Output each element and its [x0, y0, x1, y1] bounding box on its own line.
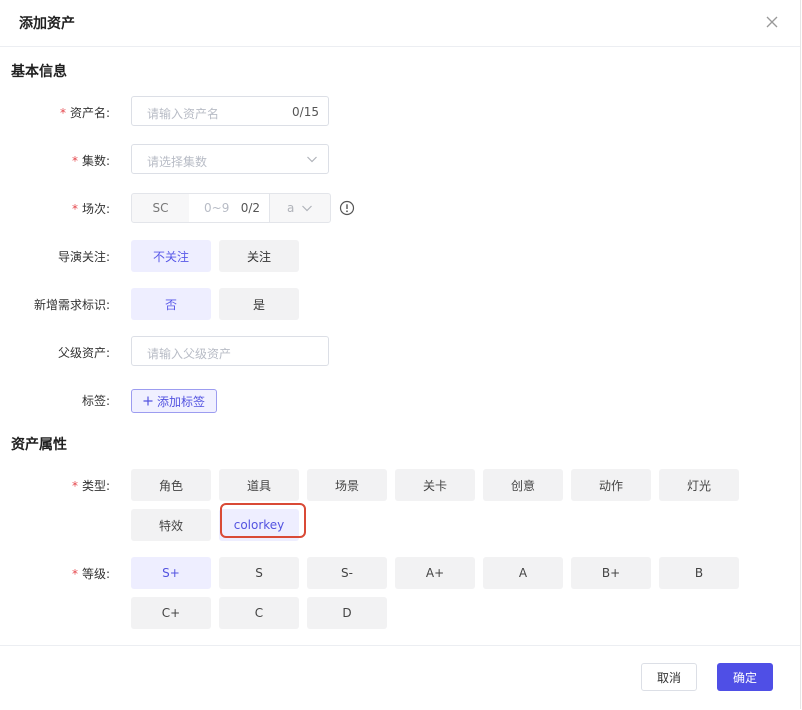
level-option-a[interactable]: A	[483, 557, 563, 589]
level-option-s-minus[interactable]: S-	[307, 557, 387, 589]
level-label: * 等级:	[72, 565, 110, 582]
level-option-d[interactable]: D	[307, 597, 387, 629]
type-option-colorkey[interactable]: colorkey	[219, 509, 299, 541]
required-mark: *	[71, 154, 78, 168]
required-mark: *	[71, 202, 78, 216]
asset-name-placeholder: 请输入资产名	[147, 107, 220, 121]
add-tag-label: 添加标签	[156, 394, 205, 409]
required-mark: *	[71, 479, 78, 493]
director-focus-option-yes[interactable]: 关注	[219, 240, 299, 272]
parent-asset-label: 父级资产:	[57, 346, 110, 360]
director-focus-option-no[interactable]: 不关注	[131, 240, 211, 272]
new-demand-option-no[interactable]: 否	[131, 288, 211, 320]
asset-name-label: * 资产名:	[60, 104, 110, 121]
scene-suffix-value: a	[287, 201, 295, 215]
type-option-creative[interactable]: 创意	[483, 469, 563, 501]
new-demand-label: 新增需求标识:	[33, 298, 110, 312]
scene-number-placeholder: 0~9	[204, 201, 230, 215]
level-label-text: 等级:	[81, 567, 110, 581]
asset-name-input[interactable]: 请输入资产名 0/15	[131, 96, 329, 126]
close-button[interactable]	[760, 10, 784, 34]
modal-title: 添加资产	[19, 16, 75, 32]
new-demand-option-yes[interactable]: 是	[219, 288, 299, 320]
basic-info-section-title: 基本信息	[11, 64, 67, 80]
type-option-level[interactable]: 关卡	[395, 469, 475, 501]
scene-number-input[interactable]: 0~9 0/2	[189, 194, 269, 222]
type-option-character[interactable]: 角色	[131, 469, 211, 501]
parent-asset-input[interactable]: 请输入父级资产	[131, 336, 329, 366]
level-option-b[interactable]: B	[659, 557, 739, 589]
chevron-down-icon	[307, 156, 317, 163]
add-asset-modal: 添加资产 基本信息 * 资产名: 请输入资产名 0/15 * 集数: 请选择集数 *…	[0, 0, 801, 709]
asset-attributes-section-title: 资产属性	[11, 437, 67, 453]
chevron-down-icon	[302, 205, 312, 212]
type-option-lighting[interactable]: 灯光	[659, 469, 739, 501]
scene-label-text: 场次:	[81, 202, 110, 216]
required-mark: *	[59, 106, 66, 120]
tags-label: 标签:	[81, 394, 110, 408]
modal-header: 添加资产	[0, 0, 800, 47]
add-tag-button[interactable]: 添加标签	[131, 389, 217, 413]
scene-suffix-select[interactable]: a	[269, 194, 331, 222]
close-icon	[766, 16, 778, 28]
type-option-scene[interactable]: 场景	[307, 469, 387, 501]
scene-number-count: 0/2	[240, 201, 260, 215]
level-option-c-plus[interactable]: C+	[131, 597, 211, 629]
episode-placeholder: 请选择集数	[147, 155, 208, 169]
type-option-effects[interactable]: 特效	[131, 509, 211, 541]
type-label-text: 类型:	[81, 479, 110, 493]
asset-name-label-text: 资产名:	[69, 106, 110, 120]
episode-select[interactable]: 请选择集数	[131, 144, 329, 174]
episode-label: * 集数:	[72, 152, 110, 169]
asset-name-char-count: 0/15	[292, 105, 319, 119]
type-option-prop[interactable]: 道具	[219, 469, 299, 501]
level-option-s[interactable]: S	[219, 557, 299, 589]
director-focus-label: 导演关注:	[57, 250, 110, 264]
scene-input-group: SC 0~9 0/2 a	[131, 193, 331, 223]
plus-icon	[143, 396, 153, 406]
level-option-b-plus[interactable]: B+	[571, 557, 651, 589]
info-icon[interactable]	[339, 200, 355, 216]
scene-label: * 场次:	[72, 200, 110, 217]
type-label: * 类型:	[72, 477, 110, 494]
episode-label-text: 集数:	[81, 154, 110, 168]
parent-asset-placeholder: 请输入父级资产	[147, 347, 232, 361]
cancel-button[interactable]: 取消	[641, 663, 697, 691]
required-mark: *	[71, 567, 78, 581]
level-option-c[interactable]: C	[219, 597, 299, 629]
type-option-action[interactable]: 动作	[571, 469, 651, 501]
level-option-a-plus[interactable]: A+	[395, 557, 475, 589]
level-option-s-plus[interactable]: S+	[131, 557, 211, 589]
scene-prefix: SC	[132, 194, 190, 222]
confirm-button[interactable]: 确定	[717, 663, 773, 691]
